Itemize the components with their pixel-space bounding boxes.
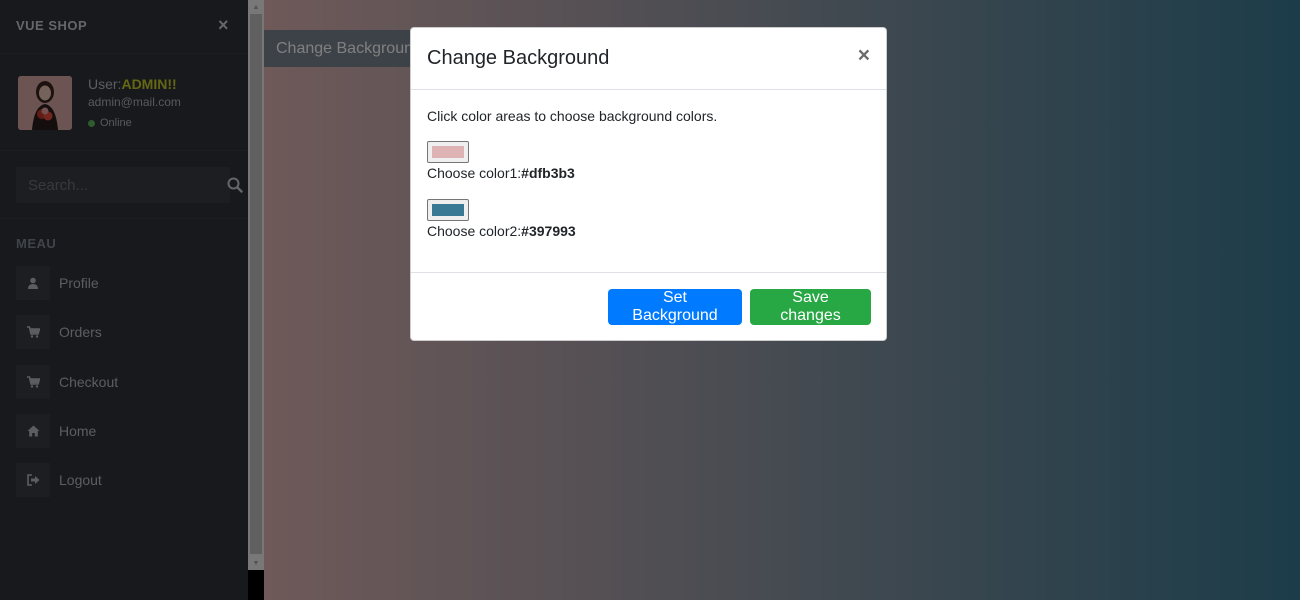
color2-picker[interactable]	[427, 199, 469, 221]
modal-footer: Set Background Save changes	[411, 273, 886, 341]
color1-picker[interactable]	[427, 141, 469, 163]
color2-row: Choose color2:#397993	[427, 223, 576, 239]
change-background-modal: Change Background × Click color areas to…	[410, 27, 887, 341]
modal-body: Click color areas to choose background c…	[411, 90, 886, 273]
save-changes-button[interactable]: Save changes	[750, 289, 871, 325]
modal-title: Change Background	[427, 47, 610, 69]
color2-label: Choose color2:	[427, 223, 522, 239]
set-background-button[interactable]: Set Background	[608, 289, 742, 325]
color2-value: #397993	[521, 223, 576, 239]
color2-swatch	[432, 204, 464, 216]
color1-label: Choose color1:	[427, 165, 522, 181]
color1-row: Choose color1:#dfb3b3	[427, 165, 575, 181]
color1-value: #dfb3b3	[521, 165, 575, 181]
color1-swatch	[432, 146, 464, 158]
modal-header: Change Background ×	[411, 28, 886, 90]
modal-description: Click color areas to choose background c…	[427, 108, 718, 124]
modal-close-icon[interactable]: ×	[858, 44, 870, 68]
